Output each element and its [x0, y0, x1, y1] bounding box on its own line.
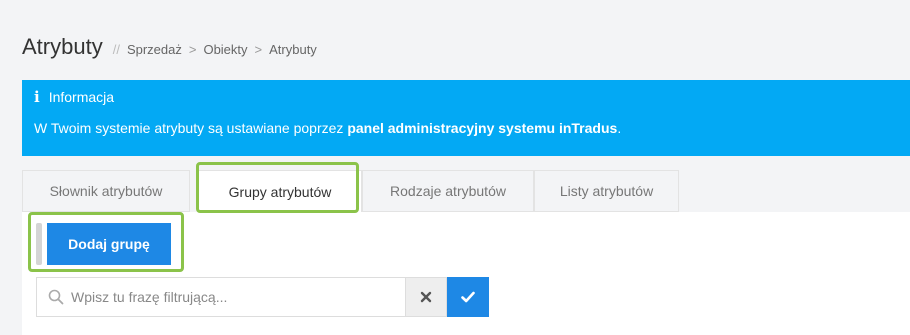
breadcrumb-item-obiekty[interactable]: Obiekty — [203, 42, 247, 57]
info-text-prefix: W Twoim systemie atrybuty są ustawiane p… — [34, 120, 348, 136]
info-box: i Informacja W Twoim systemie atrybuty s… — [22, 80, 910, 156]
tab-slownik-atrybutow[interactable]: Słownik atrybutów — [22, 170, 190, 212]
tab-rodzaje-atrybutow[interactable]: Rodzaje atrybutów — [362, 170, 534, 212]
tab-listy-atrybutow[interactable]: Listy atrybutów — [534, 170, 679, 212]
breadcrumb-arrow: > — [254, 42, 263, 57]
check-icon — [461, 291, 475, 303]
breadcrumb-separator: // — [112, 42, 120, 57]
page-header: Atrybuty // Sprzedaż > Obiekty > Atrybut… — [22, 34, 317, 64]
info-text: W Twoim systemie atrybuty są ustawiane p… — [34, 120, 621, 136]
drag-handle[interactable] — [36, 223, 42, 265]
filter-input[interactable] — [71, 278, 401, 316]
add-group-button[interactable]: Dodaj grupę — [47, 223, 171, 265]
breadcrumb-item-atrybuty: Atrybuty — [269, 42, 317, 57]
info-text-bold: panel administracyjny systemu inTradus — [347, 120, 618, 136]
close-icon — [420, 291, 432, 303]
info-icon: i — [34, 88, 40, 106]
breadcrumb-arrow: > — [188, 42, 197, 57]
info-text-suffix: . — [617, 120, 622, 136]
apply-filter-button[interactable] — [447, 277, 489, 317]
info-heading-row: i Informacja — [34, 88, 114, 106]
filter-field — [36, 277, 406, 317]
tab-bar: Słownik atrybutów Grupy atrybutów Rodzaj… — [22, 170, 910, 213]
page: Atrybuty // Sprzedaż > Obiekty > Atrybut… — [0, 0, 910, 335]
tab-grupy-atrybutow[interactable]: Grupy atrybutów — [198, 170, 362, 213]
info-heading: Informacja — [48, 89, 115, 105]
search-icon — [48, 289, 64, 305]
page-title: Atrybuty — [22, 34, 103, 59]
breadcrumb-item-sprzedaz[interactable]: Sprzedaż — [127, 42, 182, 57]
clear-filter-button[interactable] — [405, 277, 447, 317]
